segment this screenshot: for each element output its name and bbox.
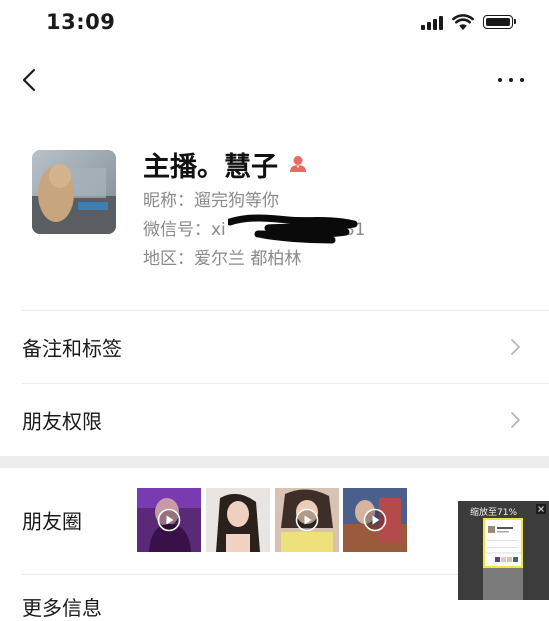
wechat-id-visible: 微信号：xi (143, 220, 226, 240)
zoom-preview-shadow (483, 568, 523, 600)
remarks-tags-label: 备注和标签 (22, 336, 122, 361)
play-icon (157, 508, 181, 532)
female-icon (290, 156, 306, 172)
section-gap (0, 456, 549, 468)
nav-bar (0, 48, 549, 112)
status-time: 13:09 (46, 10, 116, 34)
region-text: 地区：爱尔兰 都柏林 (143, 249, 302, 269)
status-bar: 13:09 (0, 0, 549, 48)
zoom-preview (483, 518, 523, 568)
friend-permissions-label: 朋友权限 (22, 409, 102, 434)
avatar[interactable] (32, 150, 116, 234)
chevron-right-icon (511, 412, 520, 428)
moment-thumb-4[interactable] (343, 488, 407, 552)
battery-icon (483, 15, 516, 29)
moments-label: 朋友圈 (22, 509, 82, 534)
more-info-label: 更多信息 (22, 596, 102, 620)
zoom-label: 缩放至71% (470, 508, 518, 518)
display-name-row: 主播。慧子 (143, 144, 308, 184)
chevron-right-icon (511, 339, 520, 355)
nickname-text: 昵称：遛完狗等你 (143, 191, 279, 211)
redaction-scribble (228, 214, 358, 244)
wifi-icon (452, 14, 474, 30)
play-icon (363, 508, 387, 532)
moment-thumb-3[interactable] (275, 488, 339, 552)
display-name: 主播。慧子 (143, 151, 278, 183)
play-icon (295, 508, 319, 532)
signal-icon (421, 16, 443, 30)
friend-permissions-row[interactable]: 朋友权限 (0, 384, 549, 456)
moment-thumb-1[interactable] (137, 488, 201, 552)
more-icon[interactable] (494, 66, 528, 94)
moment-thumb-2[interactable] (206, 488, 270, 552)
close-icon[interactable] (536, 504, 546, 514)
back-icon[interactable] (14, 62, 48, 96)
remarks-tags-row[interactable]: 备注和标签 (0, 311, 549, 383)
zoom-overlay[interactable]: 缩放至71% (458, 501, 549, 600)
